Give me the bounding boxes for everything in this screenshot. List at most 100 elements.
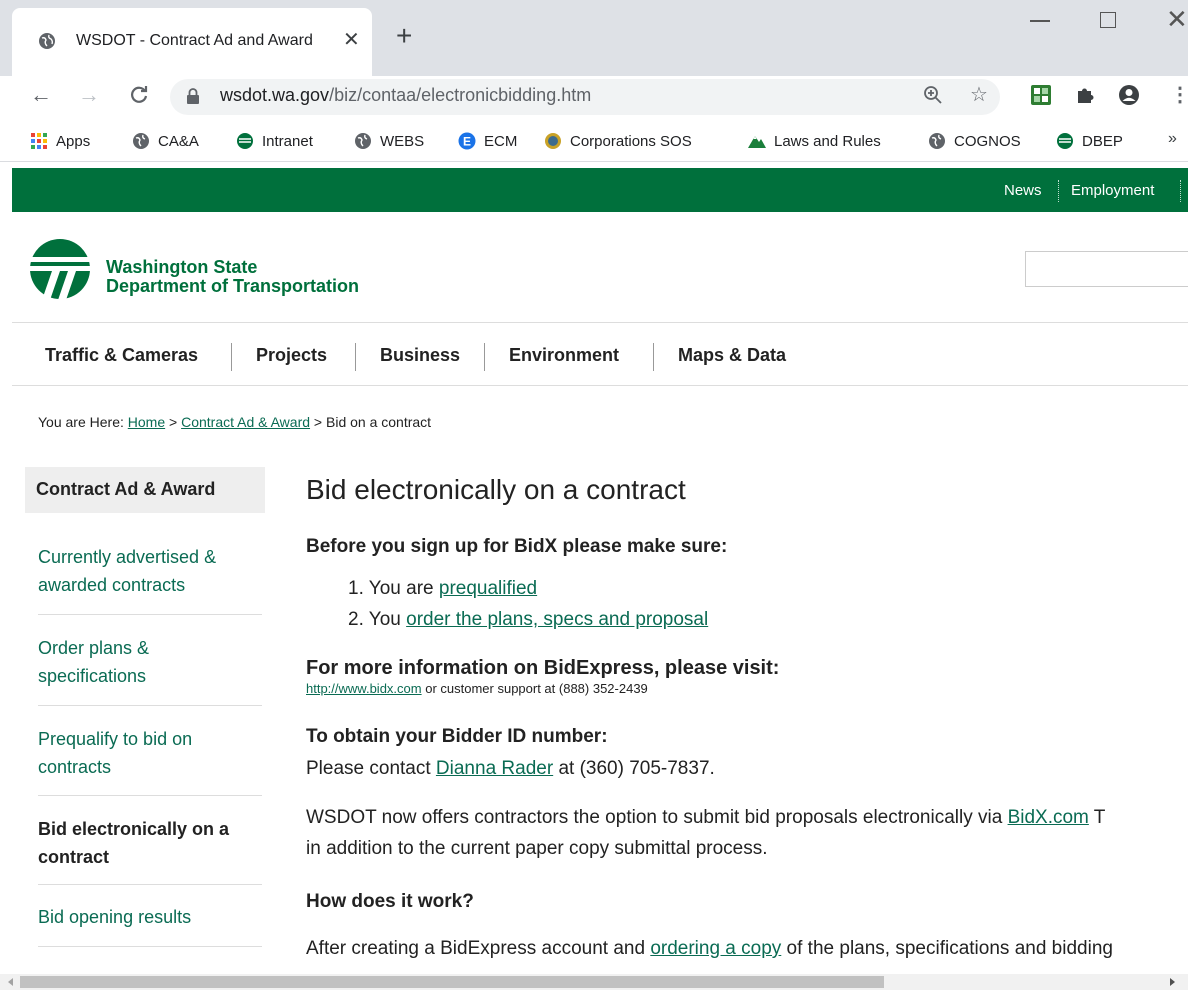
web-page: News Employment Washington State Departm… [0, 162, 1188, 974]
breadcrumb-section-link[interactable]: Contract Ad & Award [181, 414, 310, 430]
list-item: 2. You order the plans, specs and propos… [348, 609, 708, 631]
bookmark-label: CA&A [158, 132, 199, 150]
seal-icon [545, 133, 561, 149]
back-icon[interactable]: ← [30, 84, 52, 106]
ordering-copy-link[interactable]: ordering a copy [650, 938, 781, 959]
breadcrumb-separator: > [310, 414, 326, 430]
bookmark-label: COGNOS [954, 132, 1021, 150]
org-name-line2: Department of Transportation [106, 276, 360, 296]
sidebar-divider [38, 946, 262, 947]
before-signup-heading: Before you sign up for BidX please make … [306, 536, 728, 557]
nav-divider [653, 343, 654, 371]
para-text: WSDOT now offers contractors the option … [306, 807, 1008, 828]
wsdot-logo[interactable] [28, 238, 92, 300]
list-item: 1. You are prequalified [348, 578, 537, 600]
bookmark-webs[interactable]: WEBS [354, 130, 424, 152]
para-text: After creating a BidExpress account and [306, 938, 651, 959]
bookmark-laws-and-rules[interactable]: Laws and Rules [748, 130, 881, 152]
reload-icon[interactable] [128, 84, 150, 106]
contact-line: Please contact Dianna Rader at (360) 705… [306, 758, 715, 780]
page-title: Bid electronically on a contract [306, 474, 686, 505]
mountain-icon [748, 136, 766, 148]
scroll-left-icon[interactable] [8, 978, 13, 986]
svg-text:E: E [463, 135, 471, 149]
intro-paragraph-line1: WSDOT now offers contractors the option … [306, 807, 1105, 829]
search-input[interactable] [1025, 251, 1188, 287]
extension-grid-icon[interactable] [1030, 84, 1052, 106]
more-bookmarks-icon[interactable]: » [1168, 130, 1177, 148]
list-item-text: 2. You [348, 609, 407, 630]
bookmark-apps[interactable]: Apps [30, 130, 90, 152]
intro-paragraph-line2: in addition to the current paper copy su… [306, 838, 768, 859]
minimize-icon[interactable] [1030, 20, 1050, 22]
bidx-link[interactable]: http://www.bidx.com [306, 681, 422, 696]
bookmark-label: Apps [56, 132, 91, 150]
globe-icon [133, 133, 149, 149]
bidx-com-link[interactable]: BidX.com [1008, 807, 1089, 828]
scroll-right-icon[interactable] [1170, 978, 1175, 986]
sidebar-heading[interactable]: Contract Ad & Award [25, 467, 265, 513]
globe-icon [355, 133, 371, 149]
prequalified-link[interactable]: prequalified [439, 578, 537, 599]
nav-business[interactable]: Business [380, 345, 460, 366]
bidx-info-line: http://www.bidx.com or customer support … [306, 681, 648, 696]
nav-projects[interactable]: Projects [256, 345, 327, 366]
nav-maps-data[interactable]: Maps & Data [678, 345, 786, 366]
sidebar-divider [38, 795, 262, 796]
bookmark-label: Corporations SOS [570, 132, 692, 150]
new-tab-button[interactable]: + [396, 22, 412, 50]
close-tab-icon[interactable]: ✕ [343, 30, 360, 50]
sidebar-item-order-plans[interactable]: Order plans & specifications [38, 634, 262, 690]
para-text: T [1088, 807, 1106, 828]
sidebar-item-bid-opening-results[interactable]: Bid opening results [38, 903, 262, 931]
tab-strip: WSDOT - Contract Ad and Award ✕ + ✕ [0, 0, 1188, 76]
window-close-icon[interactable]: ✕ [1166, 6, 1188, 32]
bookmark-corporations-sos[interactable]: Corporations SOS [544, 130, 692, 152]
more-info-heading: For more information on BidExpress, plea… [306, 657, 780, 679]
url-path: /biz/contaa/electronicbidding.htm [329, 85, 592, 105]
lock-icon [187, 88, 199, 104]
nav-divider [231, 343, 232, 371]
breadcrumb: You are Here: Home > Contract Ad & Award… [38, 414, 431, 430]
sidebar-item-prequalify[interactable]: Prequalify to bid on contracts [38, 725, 262, 781]
browser-window: WSDOT - Contract Ad and Award ✕ + ✕ ← → … [0, 0, 1188, 990]
nav-environment[interactable]: Environment [509, 345, 619, 366]
breadcrumb-separator: > [165, 414, 182, 430]
bookmark-dbep[interactable]: DBEP [1056, 130, 1123, 152]
dianna-rader-link[interactable]: Dianna Rader [436, 758, 553, 779]
forward-icon[interactable]: → [78, 84, 100, 106]
bookmark-label: Intranet [262, 132, 313, 150]
how-paragraph: After creating a BidExpress account and … [306, 938, 1113, 960]
horizontal-scrollbar[interactable] [0, 974, 1188, 990]
scrollbar-thumb[interactable] [20, 976, 884, 988]
profile-icon[interactable] [1118, 84, 1140, 106]
sidebar-item-bid-electronically[interactable]: Bid electronically on a contract [38, 815, 262, 871]
url-text[interactable]: wsdot.wa.gov/biz/contaa/electronicbiddin… [220, 85, 591, 106]
bookmark-caa[interactable]: CA&A [132, 130, 199, 152]
globe-icon [39, 33, 55, 49]
apps-grid-icon [31, 133, 47, 149]
bookmark-intranet[interactable]: Intranet [236, 130, 313, 152]
zoom-icon[interactable] [922, 84, 944, 106]
tab-title: WSDOT - Contract Ad and Award [76, 32, 313, 49]
utility-divider [1180, 180, 1181, 202]
nav-traffic-cameras[interactable]: Traffic & Cameras [45, 345, 198, 366]
breadcrumb-current: Bid on a contract [326, 414, 432, 430]
bookmark-cognos[interactable]: COGNOS [928, 130, 1021, 152]
puzzle-icon[interactable] [1074, 84, 1096, 106]
sidebar-item-advertised-contracts[interactable]: Currently advertised & awarded contracts [38, 543, 262, 599]
bookmark-star-icon[interactable]: ☆ [970, 84, 988, 106]
menu-kebab-icon[interactable]: ⋮ [1170, 84, 1188, 106]
news-link[interactable]: News [1004, 182, 1042, 199]
bookmark-ecm[interactable]: E ECM [458, 130, 517, 152]
wsdot-logo-icon [1057, 133, 1073, 149]
employment-link[interactable]: Employment [1071, 182, 1154, 199]
org-name[interactable]: Washington State Department of Transport… [106, 258, 359, 296]
maximize-icon[interactable] [1100, 12, 1116, 28]
breadcrumb-home-link[interactable]: Home [128, 414, 165, 430]
order-plans-link[interactable]: order the plans, specs and proposal [406, 609, 708, 630]
org-name-line1: Washington State [106, 257, 258, 277]
ecm-badge-icon: E [458, 132, 476, 150]
active-tab[interactable]: WSDOT - Contract Ad and Award ✕ [12, 8, 372, 76]
bookmark-label: DBEP [1082, 132, 1123, 150]
